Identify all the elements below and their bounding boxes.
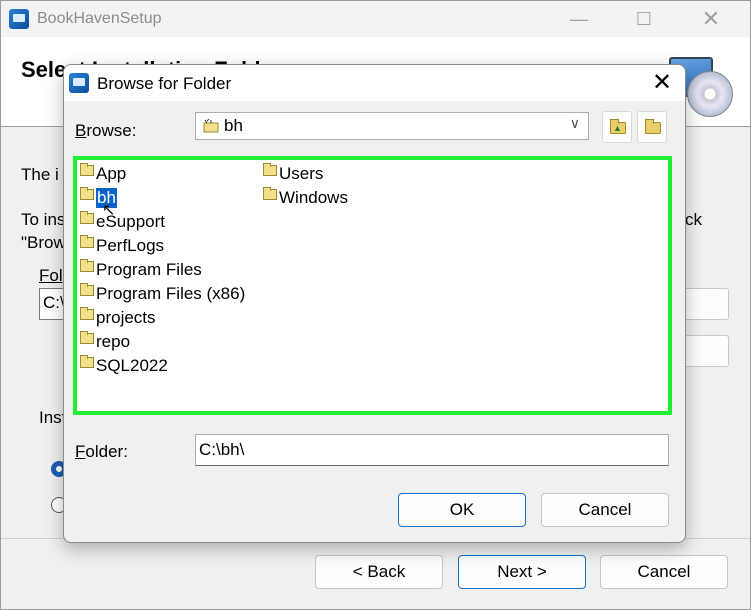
folder-icon [80,330,94,344]
folder-item[interactable]: repo [80,330,245,354]
dialog-app-icon [69,73,89,93]
next-button[interactable]: Next > [458,555,586,589]
dialog-title-bar: Browse for Folder ✕ [64,65,685,101]
folder-item[interactable]: PerfLogs [80,234,245,258]
ok-button[interactable]: OK [398,493,526,527]
folder-item[interactable]: projects [80,306,245,330]
browse-label: Browse: [75,121,137,140]
chevron-down-icon[interactable]: ∨ [570,115,580,132]
folder-item[interactable]: Users [263,162,348,186]
folder-item[interactable]: SQL2022 [80,354,245,378]
folder-column-2: Users Windows [263,162,348,210]
folder-icon [80,258,94,272]
cancel-button[interactable]: Cancel [600,555,728,589]
folder-label: Folder: [75,442,128,461]
folder-icon [80,282,94,296]
instructions-text: To ins [21,210,66,229]
new-folder-icon [645,119,661,134]
folder-item[interactable]: Program Files (x86) [80,282,245,306]
folder-item[interactable]: Windows [263,186,348,210]
folder-icon [263,186,277,200]
browse-location-combo[interactable]: bh ∨ [195,112,589,140]
folder-path-input[interactable] [195,434,669,466]
folder-label: Fol [39,266,63,285]
folder-icon [80,234,94,248]
folder-icon [80,186,94,200]
dialog-cancel-button[interactable]: Cancel [541,493,669,527]
folder-column-1: App bh ↖ eSupport PerfLogs Program Files … [80,162,245,378]
folder-item[interactable]: Program Files [80,258,245,282]
window-title: BookHavenSetup [37,10,162,27]
folder-icon [80,210,94,224]
folder-icon [80,354,94,368]
new-folder-button[interactable] [637,111,667,143]
maximize-button[interactable]: ☐ [621,1,667,37]
browse-button[interactable] [681,288,729,320]
close-button[interactable]: ✕ [688,1,734,37]
minimize-button[interactable]: — [556,1,602,37]
folder-item-selected[interactable]: bh ↖ [80,186,245,219]
folder-tree-list[interactable]: App bh ↖ eSupport PerfLogs Program Files … [73,156,672,415]
folder-icon [80,162,94,176]
disk-cost-button[interactable] [681,335,729,367]
installer-app-icon [9,9,29,29]
title-bar: BookHavenSetup — ☐ ✕ [1,1,750,37]
dialog-title: Browse for Folder [97,74,232,93]
intro-text: The i [21,165,59,184]
back-button[interactable]: < Back [315,555,443,589]
folder-item[interactable]: eSupport [80,210,245,234]
up-one-level-button[interactable]: ▲ [602,111,632,143]
folder-icon [80,306,94,320]
browse-location-value: bh [224,116,243,135]
instructions-text-line2: "Brow [21,233,66,252]
folder-item[interactable]: App [80,162,245,186]
dialog-close-icon[interactable]: ✕ [644,67,680,99]
folder-shortcut-icon [203,119,219,133]
instructions-text-tail: ck [685,210,702,229]
browse-folder-dialog: Browse for Folder ✕ Browse: bh ∨ ▲ App b… [63,64,686,543]
folder-icon [263,162,277,176]
